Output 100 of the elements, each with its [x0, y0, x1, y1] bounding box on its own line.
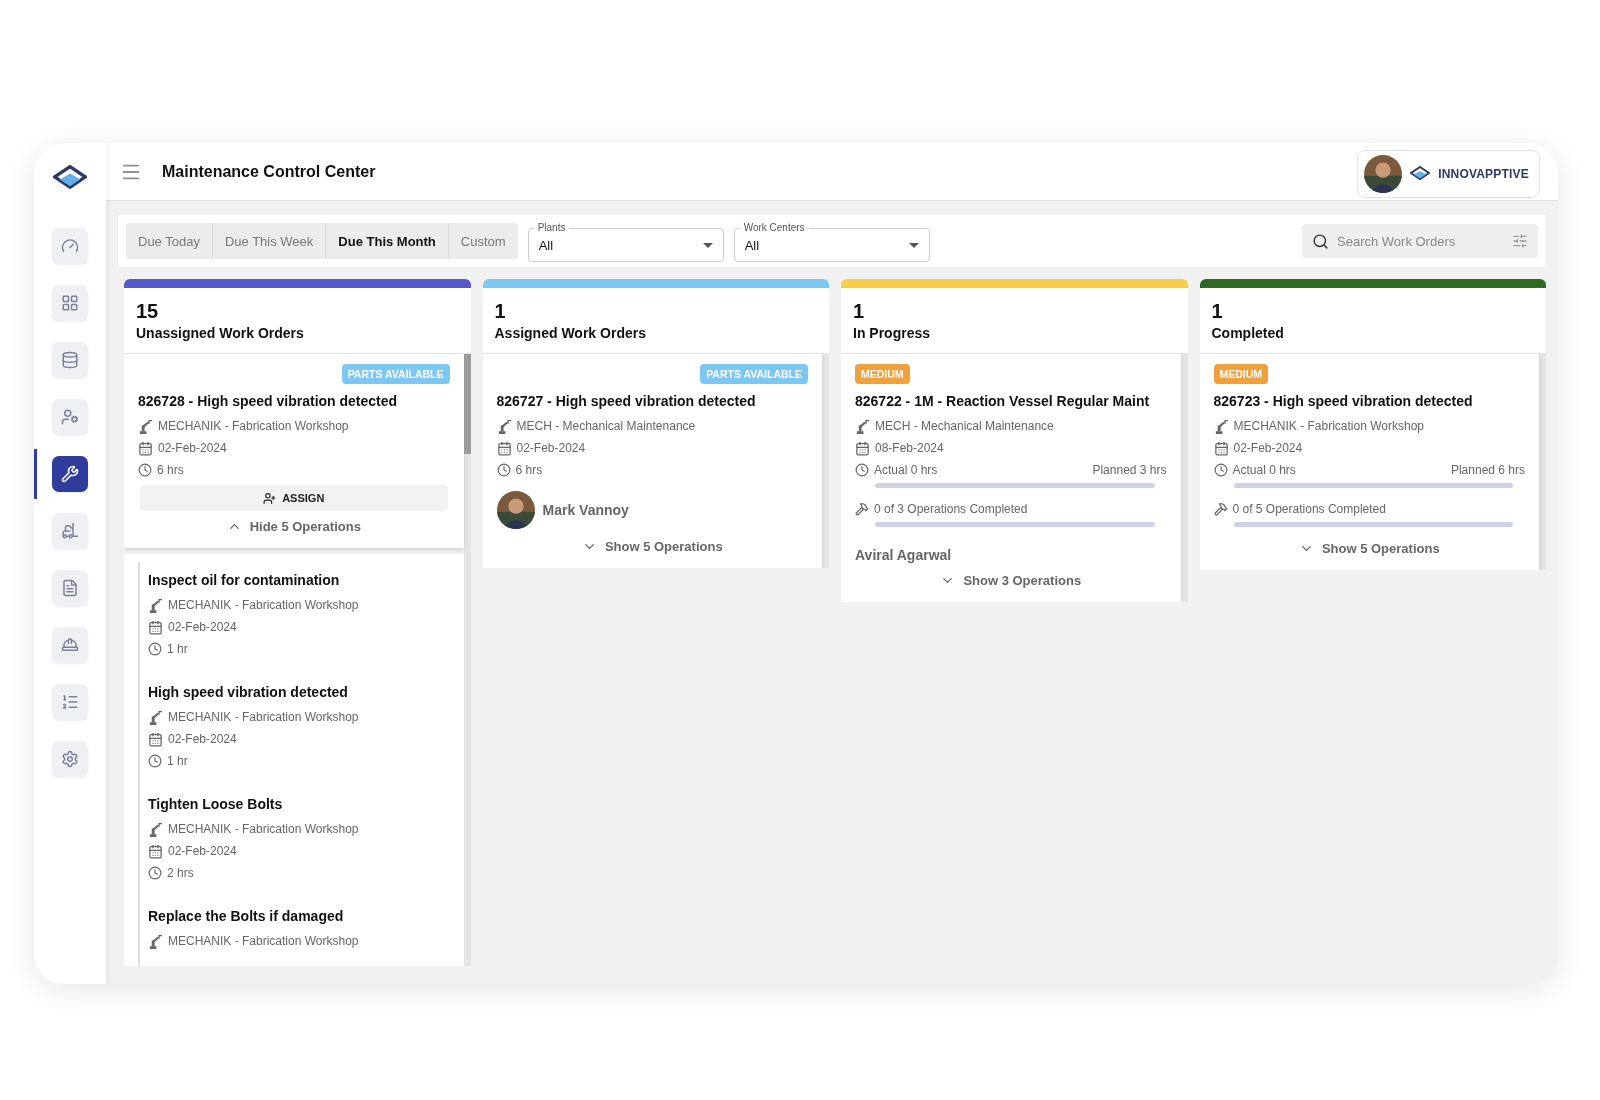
assign-button[interactable]: ASSIGN	[140, 485, 448, 511]
column-title: Unassigned Work Orders	[136, 325, 305, 341]
robot-arm-icon	[855, 418, 870, 434]
robot-arm-icon	[1213, 418, 1229, 434]
robot-arm-icon	[148, 709, 163, 725]
work-center: MECHANIK - Fabrication Workshop	[1233, 419, 1424, 433]
priority-badge: MEDIUM	[1213, 364, 1269, 384]
calendar-icon	[855, 440, 870, 456]
profile-brand-card[interactable]: INNOVAPPTIVE	[1357, 149, 1540, 198]
sidebar-item[interactable]	[52, 456, 88, 492]
logo-icon	[1410, 165, 1431, 182]
operations-toggle[interactable]: Hide 5 Operations	[226, 515, 361, 538]
clock-icon	[148, 866, 162, 880]
date-tab[interactable]: Due This Month	[325, 223, 448, 259]
work-order-title: 826728 - High speed vibration detected	[138, 393, 399, 409]
date-tab[interactable]: Custom	[447, 223, 518, 259]
column-title: Completed	[1211, 325, 1285, 341]
brand-name: INNOVAPPTIVE	[1438, 166, 1529, 181]
calendar-icon	[138, 440, 153, 456]
hammer-icon	[1213, 502, 1228, 516]
date-tab[interactable]: Due This Week	[211, 223, 326, 259]
operations-toggle[interactable]: Show 3 Operations	[940, 569, 1082, 592]
clock-icon	[148, 754, 162, 768]
add-user-icon	[263, 491, 277, 505]
due-date: 02-Feb-2024	[1233, 441, 1303, 455]
dashboard-icon	[61, 294, 79, 312]
assignee-name: Aviral Agarwal	[855, 547, 952, 563]
work-center: MECHANIK - Fabrication Workshop	[168, 598, 359, 612]
work-order-count: 1	[1211, 300, 1224, 323]
work-center: MECHANIK - Fabrication Workshop	[168, 710, 359, 724]
robot-arm-icon	[496, 418, 512, 434]
duration: 6 hrs	[515, 463, 543, 477]
operations-toggle[interactable]: Show 5 Operations	[1298, 537, 1440, 560]
planned-hours: Planned 6 hrs	[1450, 463, 1525, 477]
duration: 1 hr	[167, 642, 188, 656]
search-field[interactable]: Search Work Orders	[1335, 232, 1506, 250]
work-order-card[interactable]: MEDIUM 826723 - High speed vibration detected MECHANIK - Fabrication Workshop 02-Feb-2024 Actual 0 hrs Planned 6 hrs 0 of 5 Operations Completed Show 5 Operations	[1199, 354, 1539, 570]
priority-badge: MEDIUM	[855, 364, 910, 384]
work-center: MECHANIK - Fabrication Workshop	[168, 934, 359, 948]
operations-toggle[interactable]: Show 5 Operations	[581, 535, 723, 558]
assignee-name: Mark Vannoy	[542, 502, 629, 518]
settings-icon	[61, 750, 79, 768]
parts-badge: PARTS AVAILABLE	[700, 364, 808, 384]
wrench-icon	[61, 465, 79, 483]
parts-badge: PARTS AVAILABLE	[341, 364, 450, 384]
operation-title: High speed vibration detected	[148, 684, 349, 700]
due-date: 02-Feb-2024	[168, 732, 237, 746]
operations-completed: 0 of 3 Operations Completed	[874, 502, 1028, 516]
clock-icon	[148, 642, 162, 656]
column-title: Assigned Work Orders	[494, 325, 647, 341]
database-icon	[61, 351, 79, 369]
user-settings-icon	[61, 408, 79, 426]
work-order-title: 826722 - 1M - Reaction Vessel Regular Maint	[855, 393, 1151, 409]
scrollbar-thumb[interactable]	[463, 354, 471, 454]
work-order-title: 826723 - High speed vibration detected	[1213, 393, 1474, 409]
work-order-count: 1	[853, 300, 866, 323]
search-icon	[1312, 232, 1329, 250]
page-title: Maintenance Control Center	[162, 162, 377, 181]
actual-hours: Actual 0 hrs	[1232, 463, 1296, 477]
work-order-card[interactable]: PARTS AVAILABLE 826728 - High speed vibration detected MECHANIK - Fabrication Workshop 02-Feb-2024 6 hrs ASSIGN Hide 5 Operations	[124, 354, 464, 548]
list-icon	[61, 693, 79, 711]
work-order-card[interactable]: MEDIUM 826722 - 1M - Reaction Vessel Regular Maint MECH - Mechanical Maintenance 08-Feb-2024 Actual 0 hrs Planned 3 hrs 0 of 3 Operations Completed Aviral Agarwal Show 3 Operations	[841, 354, 1181, 602]
work-order-title: 826727 - High speed vibration detected	[496, 393, 757, 409]
robot-arm-icon	[138, 418, 153, 434]
work-order-card[interactable]: PARTS AVAILABLE 826727 - High speed vibration detected MECH - Mechanical Maintenance 02-Feb-2024 6 hrs Mark Vannoy Show 5 Operations	[482, 354, 822, 568]
work-center: MECH - Mechanical Maintenance	[875, 419, 1054, 433]
gauge-icon	[61, 237, 79, 255]
filter-settings-icon[interactable]	[1512, 233, 1528, 249]
date-tab[interactable]: Due Today	[126, 223, 212, 259]
clock-icon	[1213, 463, 1228, 477]
duration: 2 hrs	[167, 866, 194, 880]
due-date: 02-Feb-2024	[168, 844, 237, 858]
operation-title: Replace the Bolts if damaged	[148, 908, 345, 924]
calendar-icon	[148, 843, 163, 859]
due-date: 08-Feb-2024	[875, 441, 944, 455]
calendar-icon	[1213, 440, 1229, 456]
work-center: MECHANIK - Fabrication Workshop	[158, 419, 349, 433]
actual-hours: Actual 0 hrs	[874, 463, 938, 477]
operations-completed: 0 of 5 Operations Completed	[1232, 502, 1386, 516]
hammer-icon	[855, 502, 869, 516]
clock-icon	[496, 463, 511, 477]
due-date: 02-Feb-2024	[516, 441, 586, 455]
operation-title: Tighten Loose Bolts	[148, 796, 284, 812]
robot-arm-icon	[148, 821, 163, 837]
document-icon	[61, 579, 79, 597]
calendar-icon	[148, 731, 163, 747]
duration: 6 hrs	[157, 463, 184, 477]
robot-arm-icon	[148, 597, 163, 613]
search-bar[interactable]: Search Work Orders	[1302, 224, 1538, 258]
due-date: 02-Feb-2024	[168, 620, 237, 634]
due-date: 02-Feb-2024	[158, 441, 227, 455]
calendar-icon	[496, 440, 512, 456]
clock-icon	[138, 463, 152, 477]
work-center: MECHANIK - Fabrication Workshop	[168, 822, 359, 836]
column-title: In Progress	[853, 325, 932, 341]
hard-hat-icon	[61, 636, 79, 654]
calendar-icon	[148, 619, 163, 635]
clock-icon	[855, 463, 869, 477]
forklift-icon	[61, 522, 79, 540]
work-center: MECH - Mechanical Maintenance	[516, 419, 696, 433]
